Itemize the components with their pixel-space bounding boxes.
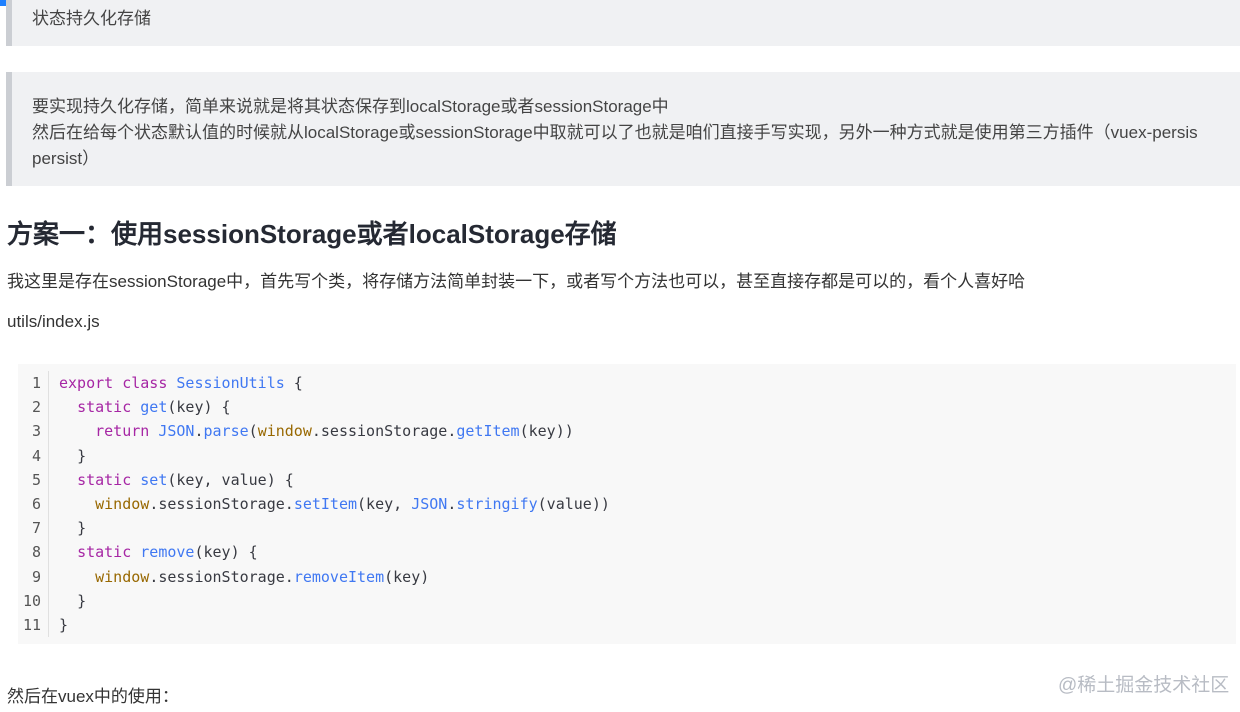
code-token: static [77, 543, 132, 562]
code-token: .sessionStorage. [149, 494, 294, 513]
code-line-10: } [59, 589, 610, 613]
code-token: { [284, 374, 303, 392]
code-token: (key) { [194, 543, 258, 562]
code-token: JSON [158, 422, 195, 441]
line-number: 2 [31, 398, 41, 417]
code-token: (key, [357, 494, 412, 513]
code-token: remove [140, 543, 195, 562]
code-token: static [77, 470, 132, 489]
code-token: getItem [456, 422, 520, 441]
code-block[interactable]: 1 2 3 4 5 6 7 8 9 10 11 export class Ses… [18, 364, 1236, 644]
code-line-6: window.sessionStorage.setItem(key, JSON.… [95, 494, 610, 513]
code-line-3: return JSON.parse(window.sessionStorage.… [95, 422, 574, 441]
code-token: SessionUtils [176, 374, 285, 392]
line-number: 6 [31, 494, 41, 513]
line-number: 7 [31, 519, 41, 538]
code-token: (key) [384, 567, 430, 586]
article-page: 状态持久化存储 要实现持久化存储，简单来说就是将其状态保存到localStora… [0, 0, 1240, 712]
line-number: 5 [31, 470, 41, 489]
code-token: get [140, 398, 168, 417]
code-line-7: } [59, 516, 610, 540]
code-token: window [95, 567, 150, 586]
line-number: 4 [31, 446, 41, 465]
code-line-2: static get(key) { [59, 395, 610, 419]
code-token: .sessionStorage. [311, 422, 457, 441]
code-token: stringify [456, 494, 538, 513]
line-number: 9 [31, 567, 41, 586]
paragraph-intro: 我这里是存在sessionStorage中，首先写个类，将存储方法简单封装一下，… [7, 272, 1026, 291]
line-number: 8 [31, 543, 41, 562]
paragraph-vuex-usage: 然后在vuex中的使用： [7, 687, 179, 706]
watermark-text: @稀土掘金技术社区 [1058, 675, 1230, 696]
code-token: (key, value) { [167, 470, 294, 489]
code-line-numbers: 1 2 3 4 5 6 7 8 9 10 11 [18, 371, 49, 637]
code-token: (key) { [167, 398, 231, 417]
code-token: (key)) [519, 422, 574, 441]
code-token: setItem [293, 494, 358, 513]
code-token: (value)) [537, 494, 610, 513]
line-number: 3 [31, 422, 41, 441]
code-token: removeItem [293, 567, 385, 586]
code-line-4: } [59, 444, 610, 468]
section-heading: 方案一：使用sessionStorage或者localStorage存储 [7, 219, 617, 249]
code-token: } [77, 519, 87, 538]
code-line-11: } [59, 613, 610, 637]
code-line-9: window.sessionStorage.removeItem(key) [59, 565, 610, 589]
code-token: } [77, 591, 87, 610]
line-number: 10 [22, 591, 41, 610]
code-token: window [257, 422, 312, 441]
code-token: set [140, 470, 168, 489]
code-token: .sessionStorage. [149, 567, 294, 586]
line-number: 1 [31, 374, 41, 392]
blockquote-description: 要实现持久化存储，简单来说就是将其状态保存到localStorage或者sess… [6, 72, 1240, 186]
code-line-8: static remove(key) { [59, 540, 610, 564]
code-token: export [59, 374, 114, 392]
code-token: window [95, 494, 150, 513]
code-token: class [122, 374, 168, 392]
code-token: } [77, 446, 87, 465]
blockquote-line-3: persist） [32, 149, 100, 168]
code-token: JSON [411, 494, 448, 513]
code-token: static [77, 398, 132, 417]
code-line-5: static set(key, value) { [59, 468, 610, 492]
code-token: parse [203, 422, 249, 441]
code-content: export class SessionUtils { static get(k… [59, 371, 610, 637]
code-line-1: export class SessionUtils { [59, 371, 610, 395]
code-token: } [59, 615, 69, 634]
blockquote-title: 状态持久化存储 [6, 0, 1240, 46]
line-number: 11 [22, 615, 41, 634]
code-token: return [95, 422, 150, 441]
blockquote-line-2: 然后在给每个状态默认值的时候就从localStorage或sessionStor… [32, 123, 1198, 142]
blockquote-line-1: 要实现持久化存储，简单来说就是将其状态保存到localStorage或者sess… [32, 97, 669, 116]
blockquote-title-text: 状态持久化存储 [32, 9, 151, 28]
paragraph-filename: utils/index.js [7, 312, 100, 331]
